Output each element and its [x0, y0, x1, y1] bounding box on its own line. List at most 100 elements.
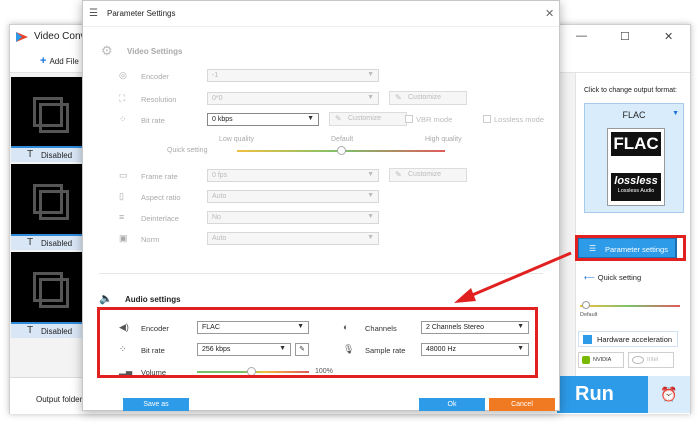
frame-rate-customize-button[interactable]: ✎ Customize — [389, 168, 467, 182]
aspect-ratio-select[interactable]: Auto ▼ — [207, 190, 379, 203]
vbr-mode-checkbox[interactable]: VBR mode — [405, 115, 452, 124]
lossless-badge: lossless Lossless Audio — [611, 173, 661, 201]
high-quality-label: High quality — [425, 136, 462, 143]
subtitle-status: Disabled — [41, 239, 73, 248]
close-icon[interactable]: ✕ — [545, 7, 554, 20]
save-as-button[interactable]: Save as — [123, 398, 189, 411]
bitrate-icon: ⁘ — [119, 114, 127, 124]
lossless-badge-title: lossless — [614, 175, 658, 187]
text-icon: T — [27, 325, 34, 336]
customize-label: Customize — [348, 115, 382, 122]
frame-rate-label: Frame rate — [141, 172, 178, 181]
minimize-icon[interactable]: — — [576, 30, 587, 42]
parameter-settings-highlight — [575, 235, 686, 261]
intel-icon — [632, 356, 644, 364]
hw-accel-label: Hardware acceleration — [597, 335, 673, 344]
text-icon: T — [27, 149, 34, 160]
arrow-icon: ⟵ — [584, 273, 595, 282]
chip-icon — [583, 335, 592, 344]
low-quality-label: Low quality — [219, 136, 255, 143]
quick-setting-slider[interactable] — [580, 305, 680, 307]
gpu-options: NVIDIA Intel — [578, 352, 678, 368]
encoder-icon: ◎ — [119, 70, 127, 80]
deinterlace-value: No — [212, 214, 221, 221]
text-icon: T — [27, 237, 34, 248]
alarm-clock-icon: ⏰ — [660, 386, 678, 402]
frame-rate-icon: ▭ — [119, 170, 128, 180]
nvidia-option[interactable]: NVIDIA — [578, 352, 624, 368]
maximize-icon[interactable]: ☐ — [620, 30, 630, 43]
output-format-selector[interactable]: FLAC ▼ FLAC lossless Lossless Audio — [584, 103, 684, 213]
deinterlace-label: Deinterlace — [141, 214, 179, 223]
subtitle-status-bar[interactable]: T Disabled — [11, 322, 83, 338]
resolution-customize-button[interactable]: ✎ Customize — [389, 91, 467, 105]
video-bitrate-select[interactable]: 0 kbps ▼ — [207, 113, 319, 126]
intel-option[interactable]: Intel — [628, 352, 674, 368]
plus-icon: + — [40, 55, 47, 67]
chevron-down-icon: ▼ — [367, 171, 374, 178]
monitor-icon: ▣ — [119, 233, 128, 243]
nvidia-icon — [582, 356, 590, 364]
nvidia-label: NVIDIA — [593, 357, 612, 363]
norm-label: Norm — [141, 235, 160, 244]
quick-setting-label: Quick setting — [597, 273, 642, 282]
subtitle-status: Disabled — [41, 151, 73, 160]
pencil-icon: ✎ — [395, 170, 402, 179]
pencil-icon: ✎ — [335, 114, 342, 123]
resolution-select[interactable]: 0*0 ▼ — [207, 92, 379, 105]
format-badge-top: FLAC — [611, 132, 661, 156]
audio-settings-title: Audio settings — [125, 295, 181, 304]
norm-select[interactable]: Auto ▼ — [207, 232, 379, 245]
resolution-value: 0*0 — [212, 95, 223, 102]
chevron-down-icon: ▼ — [367, 234, 374, 241]
lossless-badge-caption: Lossless Audio — [617, 188, 655, 194]
video-encoder-label: Encoder — [141, 72, 169, 81]
dialog-title-bar: ☰ Parameter Settings ✕ — [83, 1, 559, 27]
resolution-icon: ⛶ — [119, 93, 126, 103]
checkbox-box — [405, 115, 413, 123]
add-files-button[interactable]: + Add File — [40, 55, 79, 67]
pencil-icon: ✎ — [395, 93, 402, 102]
file-thumbnail[interactable] — [11, 77, 83, 149]
quality-slider-knob[interactable] — [337, 146, 346, 155]
resolution-label: Resolution — [141, 95, 177, 104]
aspect-ratio-label: Aspect ratio — [141, 193, 181, 202]
chevron-down-icon: ▼ — [367, 94, 374, 101]
default-quality-label: Default — [331, 136, 354, 143]
file-thumbnail[interactable] — [11, 252, 83, 324]
chevron-down-icon: ▼ — [367, 213, 374, 220]
aspect-ratio-icon: ▯ — [119, 191, 124, 201]
bitrate-customize-button[interactable]: ✎ Customize — [329, 112, 407, 126]
change-format-hint: Click to change output format: — [584, 87, 677, 94]
close-window-icon[interactable]: ✕ — [664, 30, 673, 43]
subtitle-status-bar[interactable]: T Disabled — [11, 146, 83, 162]
file-thumbnail[interactable] — [11, 164, 83, 236]
deinterlace-select[interactable]: No ▼ — [207, 211, 379, 224]
film-gear-icon: ⚙ — [101, 43, 113, 58]
customize-label: Customize — [408, 94, 442, 101]
audio-settings-highlight — [97, 307, 538, 378]
quick-setting-knob[interactable] — [582, 301, 590, 309]
video-settings-title: Video Settings — [127, 47, 183, 56]
checkbox-box — [483, 115, 491, 123]
quick-setting-toggle[interactable]: ⟵ Quick setting — [584, 273, 641, 282]
video-bitrate-value: 0 kbps — [212, 116, 233, 123]
run-label: Run — [575, 383, 614, 405]
aspect-ratio-value: Auto — [212, 193, 227, 200]
video-encoder-select[interactable]: -1 ▼ — [207, 69, 379, 82]
chevron-down-icon: ▼ — [367, 192, 374, 199]
cancel-button[interactable]: Cancel — [489, 398, 555, 411]
vbr-mode-label: VBR mode — [416, 115, 453, 124]
add-files-label: Add File — [49, 57, 79, 66]
dialog-title: Parameter Settings — [107, 9, 176, 18]
frame-rate-select[interactable]: 0 fps ▼ — [207, 169, 379, 182]
deinterlace-icon: ≡ — [119, 212, 125, 222]
lossless-mode-label: Lossless mode — [494, 115, 545, 124]
hardware-acceleration-button[interactable]: Hardware acceleration — [578, 331, 678, 347]
intel-label: Intel — [647, 357, 659, 363]
alarm-clock-button[interactable]: ⏰ — [648, 376, 690, 413]
lossless-mode-checkbox[interactable]: Lossless mode — [483, 115, 544, 124]
subtitle-status-bar[interactable]: T Disabled — [11, 234, 83, 250]
settings-sliders-icon: ☰ — [89, 8, 98, 19]
ok-button[interactable]: Ok — [419, 398, 485, 411]
